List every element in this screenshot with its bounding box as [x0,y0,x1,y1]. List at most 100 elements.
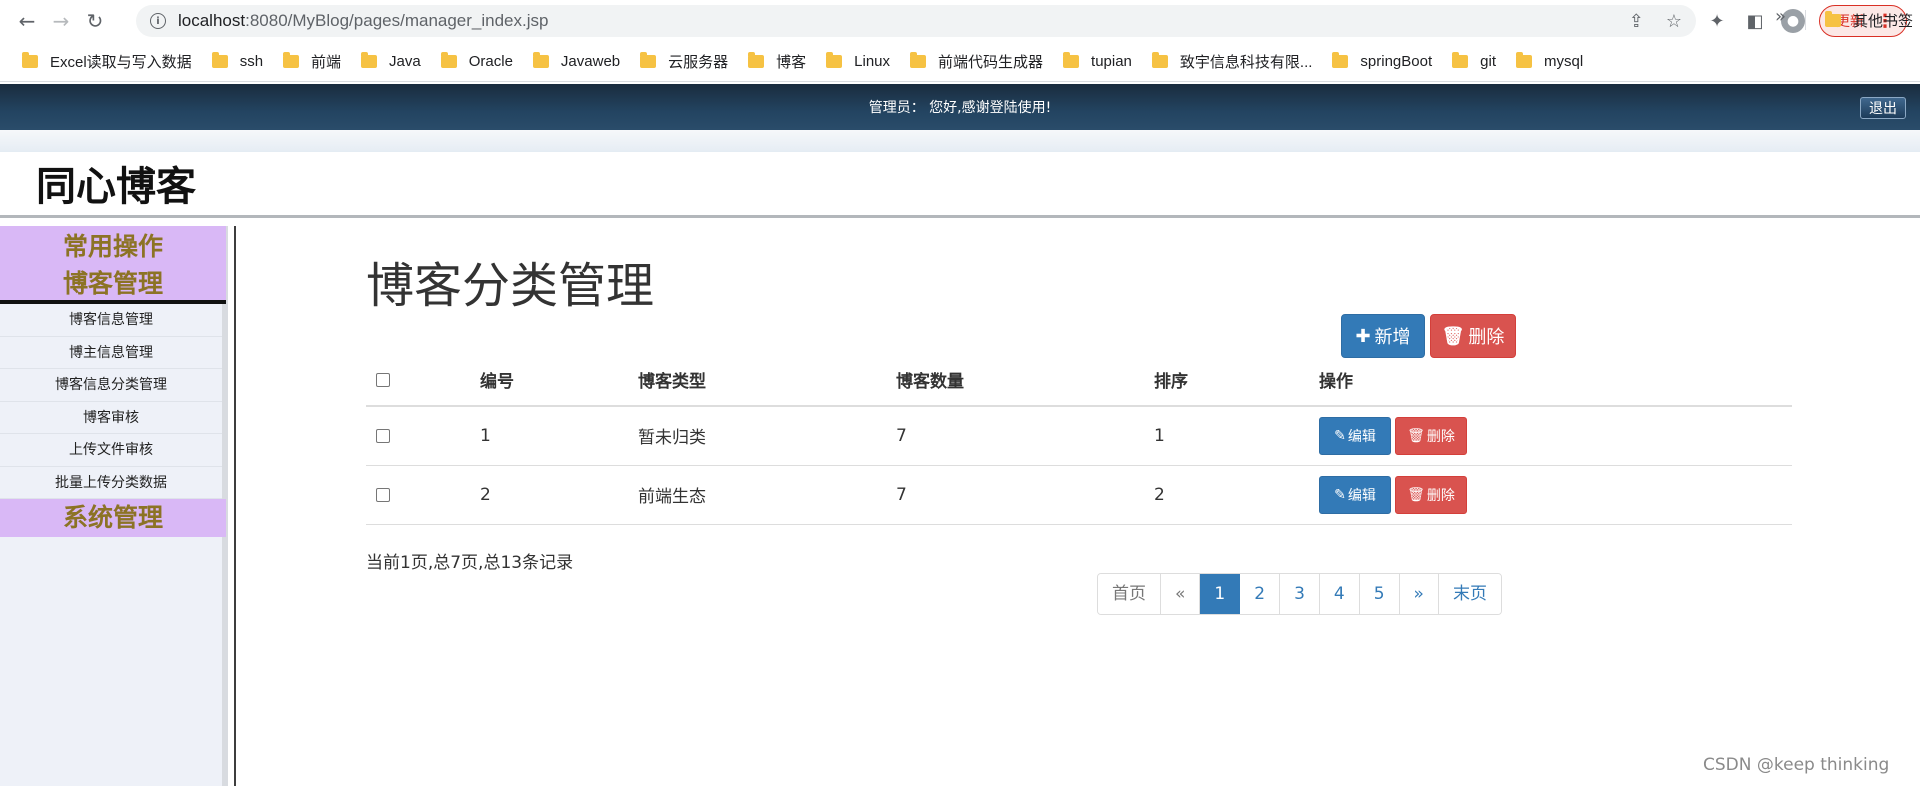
bookmark-item[interactable]: 云服务器 [630,48,738,76]
page-last[interactable]: 末页 [1438,574,1501,614]
col-order: 排序 [1154,354,1319,407]
bookmark-item[interactable]: springBoot [1322,48,1442,76]
trash-icon: 🗑 [1407,486,1425,503]
forward-arrow-icon[interactable]: → [44,4,78,38]
sidebar: 常用操作 博客管理 博客信息管理 博主信息管理 博客信息分类管理 博客审核 上传… [0,226,228,786]
folder-icon [532,52,549,68]
reload-icon[interactable]: ↻ [78,4,112,38]
content-divider [234,226,236,786]
bookmark-item[interactable]: tupian [1053,48,1142,76]
page-2[interactable]: 2 [1240,574,1281,614]
url-text[interactable]: localhost:8080/MyBlog/pages/manager_inde… [178,11,548,31]
plus-icon: ✚ [1355,325,1371,347]
pagination-summary: 当前1页,总7页,总13条记录 [366,553,574,573]
row-delete-button[interactable]: 🗑 删除 [1395,416,1467,455]
category-table: 编号 博客类型 博客数量 排序 操作 1 暂未归类 7 1 ✎ 编辑 🗑 删除 2 [366,354,1792,525]
page-prev[interactable]: « [1161,574,1201,614]
bookmark-item[interactable]: 前端 [273,48,351,76]
trash-icon: 🗑 [1407,427,1425,444]
add-button[interactable]: ✚ 新增 [1341,314,1425,358]
page-4[interactable]: 4 [1319,574,1360,614]
bookmark-label: ssh [239,53,264,70]
site-info-icon[interactable]: i [150,13,166,29]
row-delete-label: 删除 [1426,487,1455,504]
site-header: 同心博客 [0,152,1920,218]
sidebar-head-system-management[interactable]: 系统管理 [0,499,226,537]
side-panel-icon[interactable]: ◧ [1743,9,1767,33]
bookmark-label: Javaweb [560,53,621,70]
admin-bar: 管理员： 您好,感谢登陆使用! 退出 [0,84,1920,130]
edit-button[interactable]: ✎ 编辑 [1319,475,1391,514]
select-all-checkbox[interactable] [376,372,390,387]
bookmark-label: springBoot [1360,53,1433,70]
other-bookmarks-label: 其他书签 [1853,12,1914,30]
folder-icon [1452,52,1469,68]
folder-icon [1063,52,1080,68]
bookmark-item[interactable]: 前端代码生成器 [900,48,1053,76]
bookmark-label: Oracle [468,53,513,70]
folder-icon [1151,52,1168,68]
cell-type: 前端生态 [638,465,896,525]
col-type: 博客类型 [638,354,896,407]
page-3[interactable]: 3 [1280,574,1320,614]
bookmark-label: Excel读取与写入数据 [50,54,192,71]
extensions-puzzle-icon[interactable]: ✦ [1705,9,1729,33]
row-checkbox[interactable] [376,428,390,443]
cell-order: 2 [1154,465,1319,525]
sidebar-head-blog-management: 博客管理 [62,269,163,298]
edit-button[interactable]: ✎ 编辑 [1319,416,1391,455]
cell-id: 2 [480,465,638,525]
bookmark-label: 博客 [776,54,807,71]
edit-label: 编辑 [1347,428,1376,445]
folder-icon [1515,52,1532,68]
watermark: CSDN @keep thinking [1703,755,1890,775]
sidebar-item-blogger-info[interactable]: 博主信息管理 [0,337,222,369]
bookmark-item[interactable]: mysql [1506,48,1593,76]
row-delete-button[interactable]: 🗑 删除 [1395,475,1467,514]
page-first[interactable]: 首页 [1098,574,1161,614]
page-1[interactable]: 1 [1200,574,1241,614]
bookmark-label: 前端 [311,54,342,71]
folder-icon [910,52,927,68]
col-actions: 操作 [1319,354,1792,407]
bookmark-item[interactable]: 博客 [738,48,816,76]
bookmark-item[interactable]: Javaweb [523,48,630,76]
bookmark-item[interactable]: 致宇信息科技有限... [1142,48,1323,76]
bookmark-item[interactable]: Java [351,48,431,76]
bookmark-label: Linux [854,53,891,70]
bookmark-item[interactable]: git [1442,48,1506,76]
row-checkbox[interactable] [376,487,390,502]
address-bar[interactable]: i localhost:8080/MyBlog/pages/manager_in… [136,5,1696,37]
bookmark-item[interactable]: Linux [816,48,900,76]
share-icon[interactable]: ⇪ [1629,11,1644,32]
sidebar-item-blog-category[interactable]: 博客信息分类管理 [0,369,222,402]
page-title: 博客分类管理 [366,258,655,314]
table-row: 1 暂未归类 7 1 ✎ 编辑 🗑 删除 [366,406,1792,466]
other-bookmarks-folder[interactable]: 其他书签 [1815,6,1920,34]
page-next[interactable]: » [1399,574,1439,614]
sidebar-group-header[interactable]: 常用操作 博客管理 [0,226,226,304]
folder-icon [361,52,378,68]
bookmark-star-icon[interactable]: ☆ [1666,11,1682,32]
more-bookmarks-icon[interactable]: » [1775,6,1786,27]
bookmarks-bar: Excel读取与写入数据 ssh 前端 Java Oracle Javaweb 云服务器 博客… [0,42,1920,82]
pagination: 首页 « 1 2 3 4 5 » 末页 [1097,573,1502,615]
logout-button[interactable]: 退出 [1860,97,1906,119]
sidebar-item-batch-upload[interactable]: 批量上传分类数据 [0,467,222,499]
folder-icon [211,52,228,68]
sidebar-item-blog-review[interactable]: 博客审核 [0,402,222,434]
col-count: 博客数量 [896,354,1154,407]
page-5[interactable]: 5 [1359,574,1400,614]
sidebar-item-upload-review[interactable]: 上传文件审核 [0,434,222,467]
sidebar-item-blog-info[interactable]: 博客信息管理 [0,304,222,337]
bookmark-item[interactable]: Excel读取与写入数据 [12,48,202,76]
delete-button[interactable]: 🗑 删除 [1430,314,1516,358]
bookmark-item[interactable]: Oracle [431,48,523,76]
bookmark-label: Java [389,53,421,70]
back-arrow-icon[interactable]: ← [10,4,44,38]
cell-type: 暂未归类 [638,406,896,466]
folder-icon [826,52,843,68]
bookmark-item[interactable]: ssh [202,48,273,76]
add-label: 新增 [1374,327,1411,348]
cell-count: 7 [896,465,1154,525]
